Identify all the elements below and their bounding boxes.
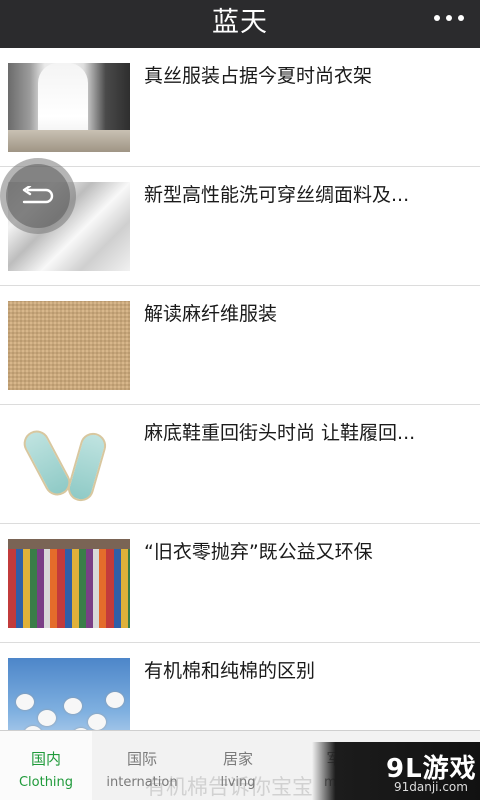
list-item[interactable]: 有机棉和纯棉的区别: [0, 643, 480, 730]
article-title: 新型高性能洗可穿丝绸面料及...: [144, 184, 410, 206]
tab-label-zh: 国际: [126, 750, 157, 768]
page-title: 蓝天: [212, 7, 268, 38]
tab-label-en: internation: [106, 775, 178, 790]
article-title: 真丝服装占据今夏时尚衣架: [144, 65, 373, 87]
floating-back-button[interactable]: [0, 158, 76, 234]
tab-label-zh: 国内: [30, 750, 61, 768]
article-title: 有机棉和纯棉的区别: [144, 660, 316, 682]
tab-label-en: Clothing: [18, 775, 74, 790]
watermark-url: 91danji.com: [394, 780, 468, 794]
top-bar: 蓝天: [0, 0, 480, 48]
shoe-shape: [64, 429, 110, 505]
site-watermark: 9L游戏 91danji.com: [312, 742, 480, 800]
thumbnail-espadrille-shoes: [8, 420, 130, 509]
list-item[interactable]: 麻底鞋重回街头时尚 让鞋履回...: [0, 405, 480, 524]
article-title: 解读麻纤维服装: [144, 303, 278, 325]
tab-living[interactable]: 居家 living: [192, 731, 284, 800]
more-vertical-dots-icon[interactable]: [434, 14, 466, 24]
list-item[interactable]: 真丝服装占据今夏时尚衣架: [0, 48, 480, 167]
thumbnail-cotton-plants: [8, 658, 130, 730]
article-title: 麻底鞋重回街头时尚 让鞋履回...: [144, 422, 416, 444]
app-screen: 蓝天 真丝服装占据今夏时尚衣架 新型高性能洗可穿丝绸面料及... 解读麻纤维服装…: [0, 0, 480, 800]
thumbnail-linen-fabric: [8, 301, 130, 390]
tab-clothing[interactable]: 国内 Clothing: [0, 731, 92, 800]
thumbnail-runway-fashion: [8, 63, 130, 152]
tab-label-en: living: [220, 775, 256, 790]
article-title: “旧衣零抛弃”既公益又环保: [144, 541, 373, 563]
shoe-shape: [19, 425, 75, 501]
list-item[interactable]: 解读麻纤维服装: [0, 286, 480, 405]
tab-label-zh: 居家: [222, 750, 253, 768]
tab-international[interactable]: 国际 internation: [96, 731, 188, 800]
back-arrow-icon: [22, 186, 54, 204]
thumbnail-clothing-rack: [8, 539, 130, 628]
list-item[interactable]: “旧衣零抛弃”既公益又环保: [0, 524, 480, 643]
article-list[interactable]: 真丝服装占据今夏时尚衣架 新型高性能洗可穿丝绸面料及... 解读麻纤维服装 麻底…: [0, 48, 480, 730]
